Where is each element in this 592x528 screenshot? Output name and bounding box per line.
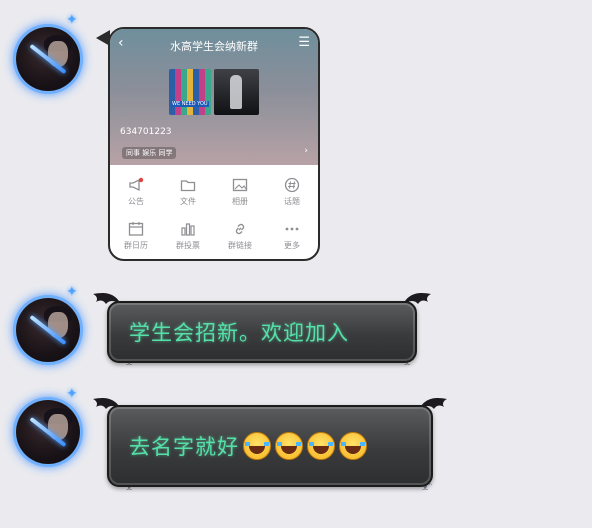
shared-group-card[interactable]: ‹ 水高学生会纳新群 ☰ WE NEED YOU 634701223 同事 娱乐… xyxy=(108,27,320,261)
laughing-tears-emoji xyxy=(275,432,303,460)
laughing-tears-emoji xyxy=(243,432,271,460)
group-photo-thumbnail[interactable]: WE NEED YOU xyxy=(169,69,211,115)
sparkle-icon: ✦ xyxy=(66,386,78,402)
message-text: 去名字就好 xyxy=(129,435,239,459)
action-label: 话题 xyxy=(284,197,300,206)
action-label: 相册 xyxy=(232,197,248,206)
laughing-tears-emoji xyxy=(307,432,335,460)
link-icon xyxy=(232,221,248,237)
message-content: 去名字就好 xyxy=(109,407,431,485)
action-vote[interactable]: 群投票 xyxy=(162,221,214,251)
action-link[interactable]: 群链接 xyxy=(214,221,266,251)
action-files[interactable]: 文件 xyxy=(162,177,214,207)
sender-avatar[interactable] xyxy=(16,298,80,362)
group-tags: 同事 娱乐 同学 xyxy=(122,147,177,159)
hashtag-icon xyxy=(284,177,300,193)
message-text: 学生会招新。欢迎加入 xyxy=(129,321,349,345)
action-label: 文件 xyxy=(180,197,196,206)
group-action-grid: 公告 文件 相册 话题 群日历 群投票 群链接 更多 xyxy=(110,165,318,259)
action-label: 群投票 xyxy=(176,241,200,250)
action-calendar[interactable]: 群日历 xyxy=(110,221,162,251)
sparkle-icon: ✦ xyxy=(66,12,78,28)
group-title: 水高学生会纳新群 xyxy=(170,40,258,53)
folder-icon xyxy=(180,177,196,193)
card-header: ‹ 水高学生会纳新群 ☰ WE NEED YOU 634701223 同事 娱乐… xyxy=(110,29,318,165)
message-bubble[interactable]: 去名字就好 xyxy=(107,405,433,487)
thumbnail-caption: WE NEED YOU xyxy=(171,101,209,107)
sparkle-icon: ✦ xyxy=(66,284,78,300)
more-dots-icon xyxy=(284,221,300,237)
action-label: 群日历 xyxy=(124,241,148,250)
group-id: 634701223 xyxy=(120,127,172,137)
laughing-tears-emoji xyxy=(339,432,367,460)
bar-chart-icon xyxy=(180,221,196,237)
action-label: 更多 xyxy=(284,241,300,250)
image-icon xyxy=(232,177,248,193)
chevron-right-icon: › xyxy=(304,146,308,156)
message-bubble[interactable]: 学生会招新。欢迎加入 xyxy=(107,301,417,363)
calendar-icon xyxy=(128,221,144,237)
action-label: 公告 xyxy=(128,197,144,206)
sender-avatar[interactable] xyxy=(16,400,80,464)
action-album[interactable]: 相册 xyxy=(214,177,266,207)
menu-icon[interactable]: ☰ xyxy=(298,35,310,50)
action-more[interactable]: 更多 xyxy=(266,221,318,251)
action-topics[interactable]: 话题 xyxy=(266,177,318,207)
sender-avatar[interactable] xyxy=(16,27,80,91)
figure-silhouette xyxy=(230,75,242,109)
action-announcement[interactable]: 公告 xyxy=(110,177,162,207)
megaphone-icon xyxy=(128,177,144,193)
action-label: 群链接 xyxy=(228,241,252,250)
group-photo-thumbnail[interactable] xyxy=(214,69,259,115)
